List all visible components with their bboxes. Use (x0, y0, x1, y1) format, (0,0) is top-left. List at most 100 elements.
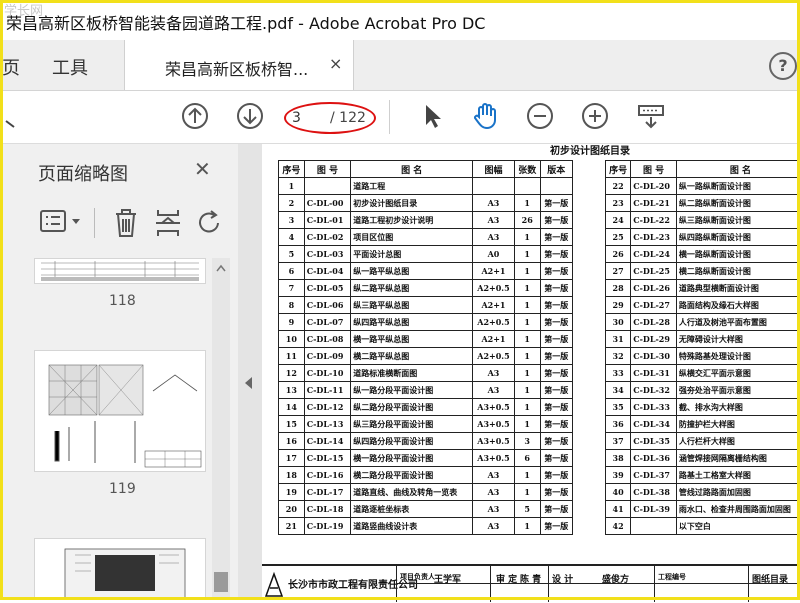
table-cell: 第一版 (540, 416, 572, 433)
table-cell: 道路工程初步设计说明 (351, 212, 473, 229)
table-cell: 第一版 (540, 229, 572, 246)
table-row: 20C-DL-18道路逐桩坐标表A35第一版 (279, 501, 573, 518)
table-cell: A3 (473, 518, 515, 535)
table-cell: 道路标准横断面图 (351, 365, 473, 382)
table-cell: C-DL-24 (631, 246, 677, 263)
table-cell: C-DL-23 (631, 229, 677, 246)
title-block-divider (748, 566, 749, 602)
table-header-cell: 张数 (514, 161, 540, 178)
delete-page-icon[interactable] (110, 205, 142, 241)
table-cell: 18 (279, 467, 305, 484)
table-cell: A3+0.5 (473, 450, 515, 467)
table-row: 38C-DL-36涵管焊接网隔离栅结构图 (606, 450, 800, 467)
keyboard-scroll-icon[interactable] (636, 101, 666, 131)
table-cell: C-DL-38 (631, 484, 677, 501)
table-cell: 第一版 (540, 263, 572, 280)
extract-page-icon[interactable] (152, 205, 184, 241)
toolbar (0, 91, 800, 144)
table-cell: 1 (514, 280, 540, 297)
table-cell (631, 518, 677, 535)
panel-collapse-strip[interactable] (238, 144, 262, 600)
panel-close-icon[interactable]: ✕ (194, 157, 211, 181)
zoom-in-icon[interactable] (580, 101, 610, 131)
table-cell: 33 (606, 365, 631, 382)
table-cell: 29 (606, 297, 631, 314)
table-cell: 1 (514, 331, 540, 348)
prev-page-icon[interactable] (180, 101, 210, 131)
table-cell: 5 (514, 501, 540, 518)
table-cell: 项目区位图 (351, 229, 473, 246)
table-cell: 40 (606, 484, 631, 501)
scrollbar-thumb[interactable] (214, 572, 228, 592)
page-thumbnail-119[interactable] (34, 350, 206, 472)
table-cell: 30 (606, 314, 631, 331)
table-cell: 防撞护栏大样图 (676, 416, 800, 433)
table-row: 27C-DL-25横二路纵断面设计图 (606, 263, 800, 280)
table-row: 15C-DL-13纵三路分段平面设计图A3+0.51第一版 (279, 416, 573, 433)
table-header-cell: 序号 (606, 161, 631, 178)
table-header-cell: 图 名 (676, 161, 800, 178)
table-cell: 26 (606, 246, 631, 263)
table-cell: 路基土工格室大样图 (676, 467, 800, 484)
help-icon[interactable]: ? (769, 52, 797, 80)
table-cell: 1 (514, 263, 540, 280)
title-block-divider (654, 566, 655, 602)
menu-home[interactable]: 页 (2, 54, 20, 80)
table-header-cell: 图幅 (473, 161, 515, 178)
table-row: 40C-DL-38管线过路路面加固图 (606, 484, 800, 501)
page-thumbnail-120[interactable] (34, 538, 206, 600)
table-cell: 3 (514, 433, 540, 450)
next-page-icon[interactable] (235, 101, 265, 131)
table-row: 22C-DL-20纵一路纵断面设计图 (606, 178, 800, 195)
table-cell: C-DL-19 (304, 518, 351, 535)
table-row: 28C-DL-26道路典型横断面设计图 (606, 280, 800, 297)
table-cell (540, 178, 572, 195)
page-thumbnail-118[interactable] (34, 258, 206, 284)
title-block: 长沙市市政工程有限责任公司 项目负责人 王学军 审 定 陈 青 设 计 盛俊方 … (262, 564, 800, 602)
table-cell: 纵二路平纵总图 (351, 280, 473, 297)
table-cell: 人行道及树池平面布置图 (676, 314, 800, 331)
table-cell: A2+1 (473, 331, 515, 348)
thumbnail-options-icon[interactable] (38, 205, 84, 241)
table-cell: 1 (279, 178, 305, 195)
table-cell: 27 (606, 263, 631, 280)
collapse-arrow-icon[interactable] (245, 377, 252, 389)
scroll-up-arrow-icon[interactable] (214, 262, 228, 276)
table-cell: 第一版 (540, 246, 572, 263)
table-cell: 第一版 (540, 348, 572, 365)
tab-close-icon[interactable]: × (329, 54, 342, 73)
table-cell: 1 (514, 467, 540, 484)
table-cell: 13 (279, 382, 305, 399)
document-tab[interactable]: 荣昌高新区板桥智... × (124, 40, 354, 90)
table-cell: A3 (473, 365, 515, 382)
table-cell: 1 (514, 399, 540, 416)
table-cell: 纵二路分段平面设计图 (351, 399, 473, 416)
title-block-divider (396, 566, 397, 602)
table-cell: 23 (606, 195, 631, 212)
zoom-out-icon[interactable] (525, 101, 555, 131)
menu-tools[interactable]: 工具 (52, 54, 88, 80)
table-row: 12C-DL-10道路标准横断面图A31第一版 (279, 365, 573, 382)
table-cell: A3+0.5 (473, 433, 515, 450)
table-cell: 强夯处治平面示意图 (676, 382, 800, 399)
table-row: 37C-DL-35人行栏杆大样图 (606, 433, 800, 450)
select-cursor-icon[interactable] (418, 101, 448, 131)
table-cell: 初步设计图纸目录 (351, 195, 473, 212)
table-row: 23C-DL-21纵二路纵断面设计图 (606, 195, 800, 212)
table-cell: 道路逐桩坐标表 (351, 501, 473, 518)
table-row: 5C-DL-03平面设计总图A01第一版 (279, 246, 573, 263)
table-cell: C-DL-37 (631, 467, 677, 484)
table-cell: C-DL-04 (304, 263, 351, 280)
thumbnail-scrollbar[interactable] (212, 258, 230, 600)
thumbnail-label: 119 (109, 481, 136, 497)
title-block-divider (490, 566, 491, 602)
thumbnail-label: 118 (109, 293, 136, 309)
table-header-cell: 图 号 (304, 161, 351, 178)
table-cell: C-DL-30 (631, 348, 677, 365)
rotate-page-icon[interactable] (194, 205, 226, 241)
table-cell: 人行栏杆大样图 (676, 433, 800, 450)
hand-tool-icon[interactable] (470, 101, 500, 131)
table-row: 16C-DL-14纵四路分段平面设计图A3+0.53第一版 (279, 433, 573, 450)
table-cell: 31 (606, 331, 631, 348)
table-cell: 管线过路路面加固图 (676, 484, 800, 501)
